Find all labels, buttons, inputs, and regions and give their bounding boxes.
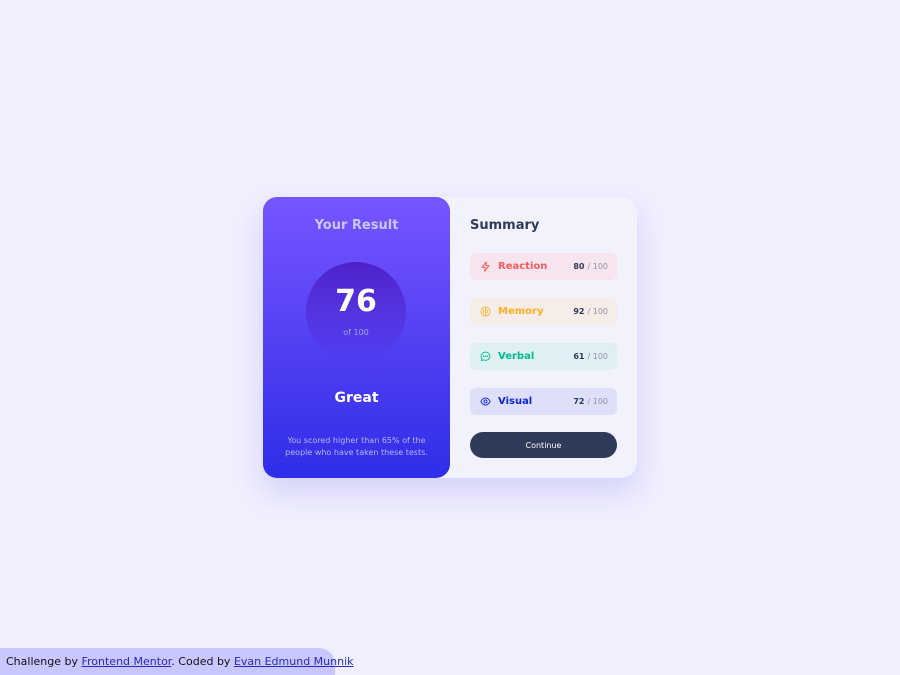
brain-icon — [479, 306, 491, 318]
summary-item-label: Reaction — [498, 261, 548, 272]
score-of-label: of 100 — [343, 328, 369, 337]
summary-item-score: 61 — [573, 352, 585, 361]
attribution-footer: Challenge by Frontend Mentor. Coded by E… — [0, 648, 354, 675]
score-value: 76 — [335, 284, 377, 319]
summary-item-max: / 100 — [587, 352, 608, 361]
results-card: Your Result 76 of 100 Great You scored h… — [263, 197, 637, 478]
summary-item-score: 72 — [573, 397, 585, 406]
summary-item-visual: Visual 72 / 100 — [470, 388, 617, 415]
summary-item-max: / 100 — [587, 397, 608, 406]
author-link[interactable]: Evan Edmund Munnik — [234, 655, 354, 668]
result-title: Your Result — [314, 218, 399, 233]
continue-button[interactable]: Continue — [470, 432, 617, 458]
attribution-middle: . Coded by — [171, 655, 234, 668]
summary-item-reaction: Reaction 80 / 100 — [470, 253, 617, 280]
lightning-icon — [479, 261, 491, 273]
summary-item-score: 92 — [573, 307, 585, 316]
eye-icon — [479, 396, 491, 408]
summary-item-max: / 100 — [587, 307, 608, 316]
score-circle: 76 of 100 — [306, 262, 406, 362]
summary-item-max: / 100 — [587, 262, 608, 271]
result-panel: Your Result 76 of 100 Great You scored h… — [263, 197, 450, 478]
summary-item-label: Verbal — [498, 351, 535, 362]
summary-item-score: 80 — [573, 262, 585, 271]
summary-item-verbal: Verbal 61 / 100 — [470, 343, 617, 370]
summary-title: Summary — [470, 218, 540, 233]
summary-item-memory: Memory 92 / 100 — [470, 298, 617, 325]
frontend-mentor-link[interactable]: Frontend Mentor — [81, 655, 171, 668]
grade-label: Great — [334, 390, 379, 406]
chat-bubble-icon — [479, 351, 491, 363]
summary-item-label: Memory — [498, 306, 544, 317]
summary-panel: Summary Reaction 80 / 100 Memory 92 / 10… — [450, 197, 637, 478]
summary-item-label: Visual — [498, 396, 533, 407]
result-description: You scored higher than 65% of the people… — [285, 436, 428, 457]
attribution-prefix: Challenge by — [6, 655, 82, 668]
